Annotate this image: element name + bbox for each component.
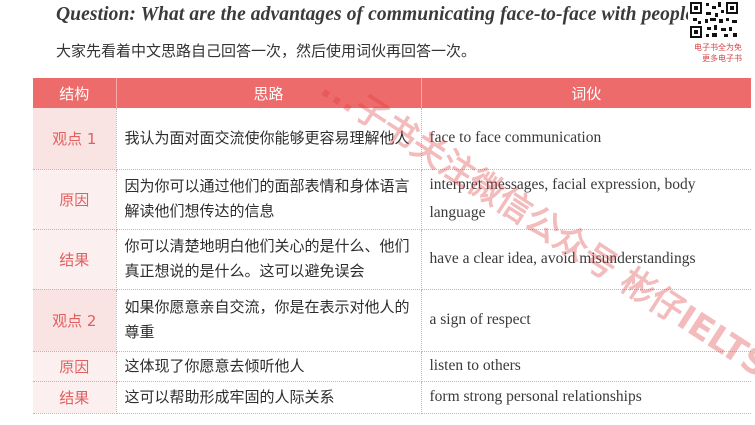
vocab-cell: have a clear idea, avoid misunderstandin…	[421, 229, 751, 290]
idea-cell: 你可以清楚地明白他们关心的是什么、他们真正想说的是什么。这可以避免误会	[116, 229, 422, 290]
qr-caption-line-2: 更多电子书	[702, 54, 742, 63]
structure-cell: 结果	[33, 381, 117, 414]
structure-cell: 原因	[33, 169, 117, 230]
table-row: 结果 这可以帮助形成牢固的人际关系 form strong personal r…	[33, 381, 751, 414]
table-row: 原因 因为你可以通过他们的面部表情和身体语言解读他们想传达的信息 interpr…	[33, 169, 751, 230]
table-header-row: 结构 思路 词伙	[33, 78, 751, 108]
structure-cell: 观点 1	[33, 108, 117, 170]
structure-cell: 原因	[33, 351, 117, 382]
vocab-cell: listen to others	[421, 351, 751, 382]
table-row: 观点 2 如果你愿意亲自交流，你是在表示对他人的尊重 a sign of res…	[33, 289, 751, 352]
header-idea: 思路	[116, 78, 422, 108]
idea-cell: 这可以帮助形成牢固的人际关系	[116, 381, 422, 414]
instruction-text: 大家先看着中文思路自己回答一次，然后使用词伙再回答一次。	[56, 42, 477, 60]
header-vocab: 词伙	[421, 78, 751, 108]
table-row: 原因 这体现了你愿意去倾听他人 listen to others	[33, 351, 751, 382]
vocab-cell: face to face communication	[421, 108, 751, 170]
idea-cell: 如果你愿意亲自交流，你是在表示对他人的尊重	[116, 289, 422, 352]
vocab-cell: interpret messages, facial expression, b…	[421, 169, 751, 230]
vocab-cell: a sign of respect	[421, 289, 751, 352]
header-structure: 结构	[33, 78, 117, 108]
qr-caption: 电子书全为免更多电子书	[694, 42, 742, 64]
structure-cell: 观点 2	[33, 289, 117, 352]
idea-cell: 因为你可以通过他们的面部表情和身体语言解读他们想传达的信息	[116, 169, 422, 230]
answer-structure-table: 结构 思路 词伙 观点 1 我认为面对面交流使你能够更容易理解他人 face t…	[33, 78, 751, 414]
table-row: 观点 1 我认为面对面交流使你能够更容易理解他人 face to face co…	[33, 108, 751, 170]
qr-caption-line-1: 电子书全为免	[694, 43, 742, 52]
question-title: Question: What are the advantages of com…	[56, 4, 704, 25]
vocab-cell: form strong personal relationships	[421, 381, 751, 414]
idea-cell: 这体现了你愿意去倾听他人	[116, 351, 422, 382]
idea-cell: 我认为面对面交流使你能够更容易理解他人	[116, 108, 422, 170]
qr-code-icon	[688, 0, 740, 40]
structure-cell: 结果	[33, 229, 117, 290]
table-row: 结果 你可以清楚地明白他们关心的是什么、他们真正想说的是什么。这可以避免误会 h…	[33, 229, 751, 290]
